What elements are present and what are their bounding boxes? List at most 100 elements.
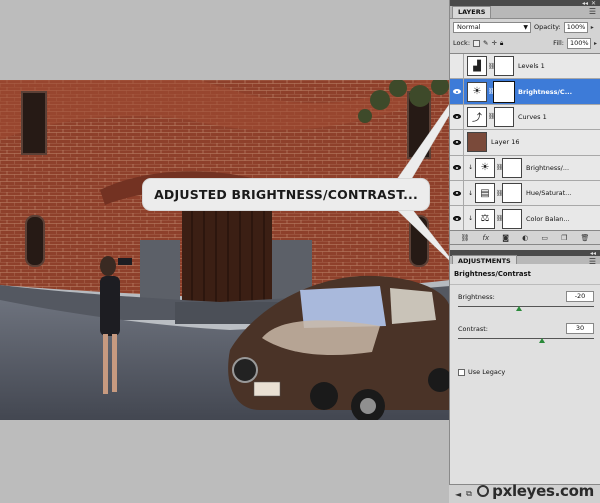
eye-icon [452, 216, 461, 222]
new-group-icon[interactable]: ▭ [541, 234, 548, 242]
layer-style-icon[interactable]: fx [483, 234, 490, 242]
layer-name: Brightness/... [526, 163, 570, 172]
clipping-arrow-icon: ↓ [468, 164, 474, 172]
lock-paint-icon[interactable]: ✎ [483, 39, 488, 47]
visibility-toggle[interactable] [450, 79, 464, 104]
layer-name: Hue/Saturat... [526, 189, 572, 198]
new-layer-icon[interactable]: ❐ [561, 234, 567, 242]
document-image[interactable] [0, 80, 450, 420]
pxleyes-logo-icon [477, 485, 490, 497]
layer-row[interactable]: Layer 16 [450, 130, 600, 156]
link-icon[interactable]: ⛓ [488, 63, 496, 70]
layer-mask-thumbnail[interactable] [502, 183, 522, 204]
brightness-input[interactable]: -20 [566, 291, 594, 302]
eye-icon [452, 89, 461, 95]
blend-mode-select[interactable]: Normal ▼ [453, 21, 531, 33]
scene-artwork [0, 80, 450, 420]
opacity-input[interactable]: 100% [563, 21, 588, 33]
delete-layer-icon[interactable]: 🗑︎ [581, 234, 590, 242]
contrast-slider-thumb[interactable] [539, 338, 546, 343]
fill-dropdown-icon[interactable]: ▸ [594, 40, 597, 47]
panel-menu-icon[interactable]: ☰ [589, 7, 596, 16]
back-arrow-icon[interactable]: ◄ [455, 490, 461, 499]
layer-row[interactable]: ↓ ☀ ⛓ Brightness/... [450, 155, 600, 181]
layer-mask-thumbnail[interactable] [502, 157, 522, 178]
layer-row[interactable]: ▟ ⛓ Levels 1 [450, 54, 600, 80]
contrast-slider-track[interactable] [458, 338, 594, 339]
layer-row[interactable]: ↓ ▤ ⛓ Hue/Saturat... [450, 180, 600, 207]
layer-name: Curves 1 [518, 112, 547, 121]
layer-name: Levels 1 [518, 62, 545, 71]
lock-all-icon[interactable]: 🔒︎ [500, 39, 503, 48]
panel-dock: ◂◂ ✕ LAYERS ☰ Normal ▼ Opacity: 100% ▸ L… [449, 0, 600, 503]
hue-saturation-icon: ▤ [475, 183, 495, 204]
watermark-text: pxleyes.com [492, 482, 594, 500]
layers-footer-toolbar: ⛓ fx ◙ ◐ ▭ ❐ 🗑︎ [450, 231, 600, 245]
annotation-callout: ADJUSTED BRIGHTNESS/CONTRAST... [142, 178, 430, 211]
use-legacy-option[interactable]: Use Legacy [458, 368, 505, 376]
contrast-input[interactable]: 30 [566, 323, 594, 334]
fill-input[interactable]: 100% [566, 37, 591, 49]
layer-mask-thumbnail[interactable] [494, 56, 514, 77]
lock-fill-row: Lock: ✎ ✛ 🔒︎ Fill: 100% ▸ [450, 35, 600, 51]
eye-icon [452, 114, 461, 120]
use-legacy-checkbox[interactable] [458, 368, 465, 376]
layer-mask-thumbnail[interactable] [494, 106, 514, 127]
brightness-control: Brightness: -20 [450, 291, 600, 317]
adjustment-layer-icon[interactable]: ◐ [522, 234, 528, 242]
link-layers-icon[interactable]: ⛓ [461, 234, 470, 242]
layer-name: Color Balan... [526, 214, 570, 223]
tab-layers[interactable]: LAYERS [452, 6, 492, 18]
link-icon[interactable]: ⛓ [496, 164, 504, 171]
site-watermark: pxleyes.com [477, 482, 594, 500]
eye-icon [452, 139, 461, 145]
eye-icon [452, 190, 461, 196]
brightness-label: Brightness: [458, 293, 495, 301]
visibility-toggle[interactable] [450, 104, 464, 130]
link-icon[interactable]: ⛓ [496, 215, 504, 222]
layer-row[interactable]: ☀ ⛓ Brightness/C... [450, 79, 600, 105]
add-mask-icon[interactable]: ◙ [502, 234, 509, 242]
curves-icon: ⤴ [467, 106, 487, 127]
link-icon[interactable]: ⛓ [488, 113, 496, 120]
clipping-arrow-icon: ↓ [468, 189, 474, 197]
clipping-arrow-icon: ↓ [468, 215, 474, 223]
visibility-toggle[interactable] [450, 155, 464, 180]
link-icon[interactable]: ⛓ [488, 88, 496, 95]
lock-move-icon[interactable]: ✛ [491, 39, 496, 47]
image-thumbnail [467, 132, 487, 153]
layer-mask-thumbnail[interactable] [493, 80, 515, 103]
layers-list: ▟ ⛓ Levels 1 ☀ ⛓ Brightness/C... ⤴ ⛓ Curves 1 Lay… [450, 53, 600, 231]
visibility-toggle[interactable] [450, 206, 464, 230]
lock-transparency-icon[interactable] [473, 39, 481, 47]
brightness-slider-track[interactable] [458, 306, 594, 307]
fill-label: Fill: [553, 39, 564, 47]
layer-name: Brightness/C... [518, 87, 573, 96]
visibility-toggle[interactable] [450, 180, 464, 206]
layer-row[interactable]: ↓ ⚖ ⛓ Color Balan... [450, 206, 600, 230]
contrast-control: Contrast: 30 [450, 323, 600, 349]
brightness-icon: ☀ [475, 157, 495, 178]
opacity-dropdown-icon[interactable]: ▸ [591, 24, 594, 31]
blend-opacity-row: Normal ▼ Opacity: 100% ▸ [450, 19, 600, 35]
eye-icon [452, 165, 461, 171]
layer-name: Layer 16 [491, 138, 520, 147]
lock-label: Lock: [453, 39, 471, 47]
visibility-toggle[interactable] [450, 54, 464, 79]
visibility-toggle[interactable] [450, 130, 464, 155]
adjustments-body: Brightness/Contrast Brightness: -20 Cont… [450, 264, 600, 484]
adjustment-title: Brightness/Contrast [450, 264, 600, 285]
brightness-slider-thumb[interactable] [516, 306, 523, 311]
link-icon[interactable]: ⛓ [496, 190, 504, 197]
layer-row[interactable]: ⤴ ⛓ Curves 1 [450, 104, 600, 131]
opacity-label: Opacity: [534, 23, 561, 31]
brightness-icon: ☀ [467, 81, 487, 102]
layer-mask-thumbnail[interactable] [502, 208, 522, 229]
chevron-down-icon: ▼ [523, 23, 528, 31]
blend-mode-value: Normal [457, 22, 481, 31]
levels-icon: ▟ [467, 56, 487, 77]
layers-tab-row: LAYERS ☰ [450, 6, 600, 19]
contrast-label: Contrast: [458, 325, 488, 333]
clip-layer-icon[interactable]: ⧉ [466, 489, 472, 499]
use-legacy-label: Use Legacy [468, 368, 506, 376]
